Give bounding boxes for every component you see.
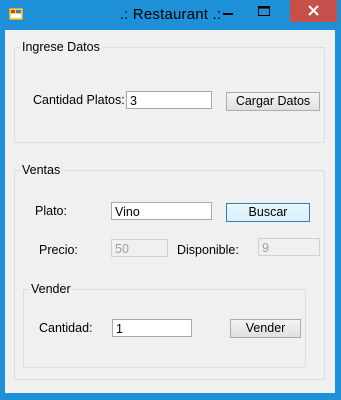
disponible-label: Disponible: [177, 243, 239, 257]
cantidad-platos-label: Cantidad Platos: [33, 93, 125, 107]
minimize-button[interactable] [213, 0, 243, 22]
ventas-legend: Ventas [20, 163, 63, 177]
precio-input[interactable]: 50 [111, 239, 168, 257]
buscar-button[interactable]: Buscar [226, 203, 310, 222]
plato-input[interactable]: Vino [111, 202, 212, 220]
precio-label: Precio: [39, 243, 78, 257]
maximize-icon [258, 6, 270, 16]
ingrese-datos-legend: Ingrese Datos [20, 40, 102, 54]
title-bar[interactable]: .: Restaurant .: [0, 0, 341, 30]
cantidad-platos-input[interactable]: 3 [126, 91, 212, 109]
cantidad-input[interactable]: 1 [112, 319, 192, 337]
cantidad-label: Cantidad: [39, 321, 93, 335]
minimize-icon [223, 13, 233, 15]
ingrese-datos-group: Ingrese Datos Cantidad Platos: 3 Cargar … [14, 40, 325, 143]
close-button[interactable] [290, 0, 337, 22]
disponible-input[interactable]: 9 [258, 238, 320, 256]
close-icon [308, 5, 319, 16]
vender-group: Vender Cantidad: 1 Vender [23, 282, 306, 368]
maximize-button[interactable] [249, 0, 279, 22]
ventas-group: Ventas Plato: Vino Buscar Precio: 50 Dis… [14, 163, 325, 380]
form-client-area: Ingrese Datos Cantidad Platos: 3 Cargar … [5, 30, 335, 393]
vender-legend: Vender [29, 282, 73, 296]
cargar-datos-button[interactable]: Cargar Datos [226, 92, 320, 111]
application-window: .: Restaurant .: Ingrese Datos Cantidad … [0, 0, 341, 400]
plato-label: Plato: [35, 204, 67, 218]
vender-button[interactable]: Vender [230, 319, 301, 338]
